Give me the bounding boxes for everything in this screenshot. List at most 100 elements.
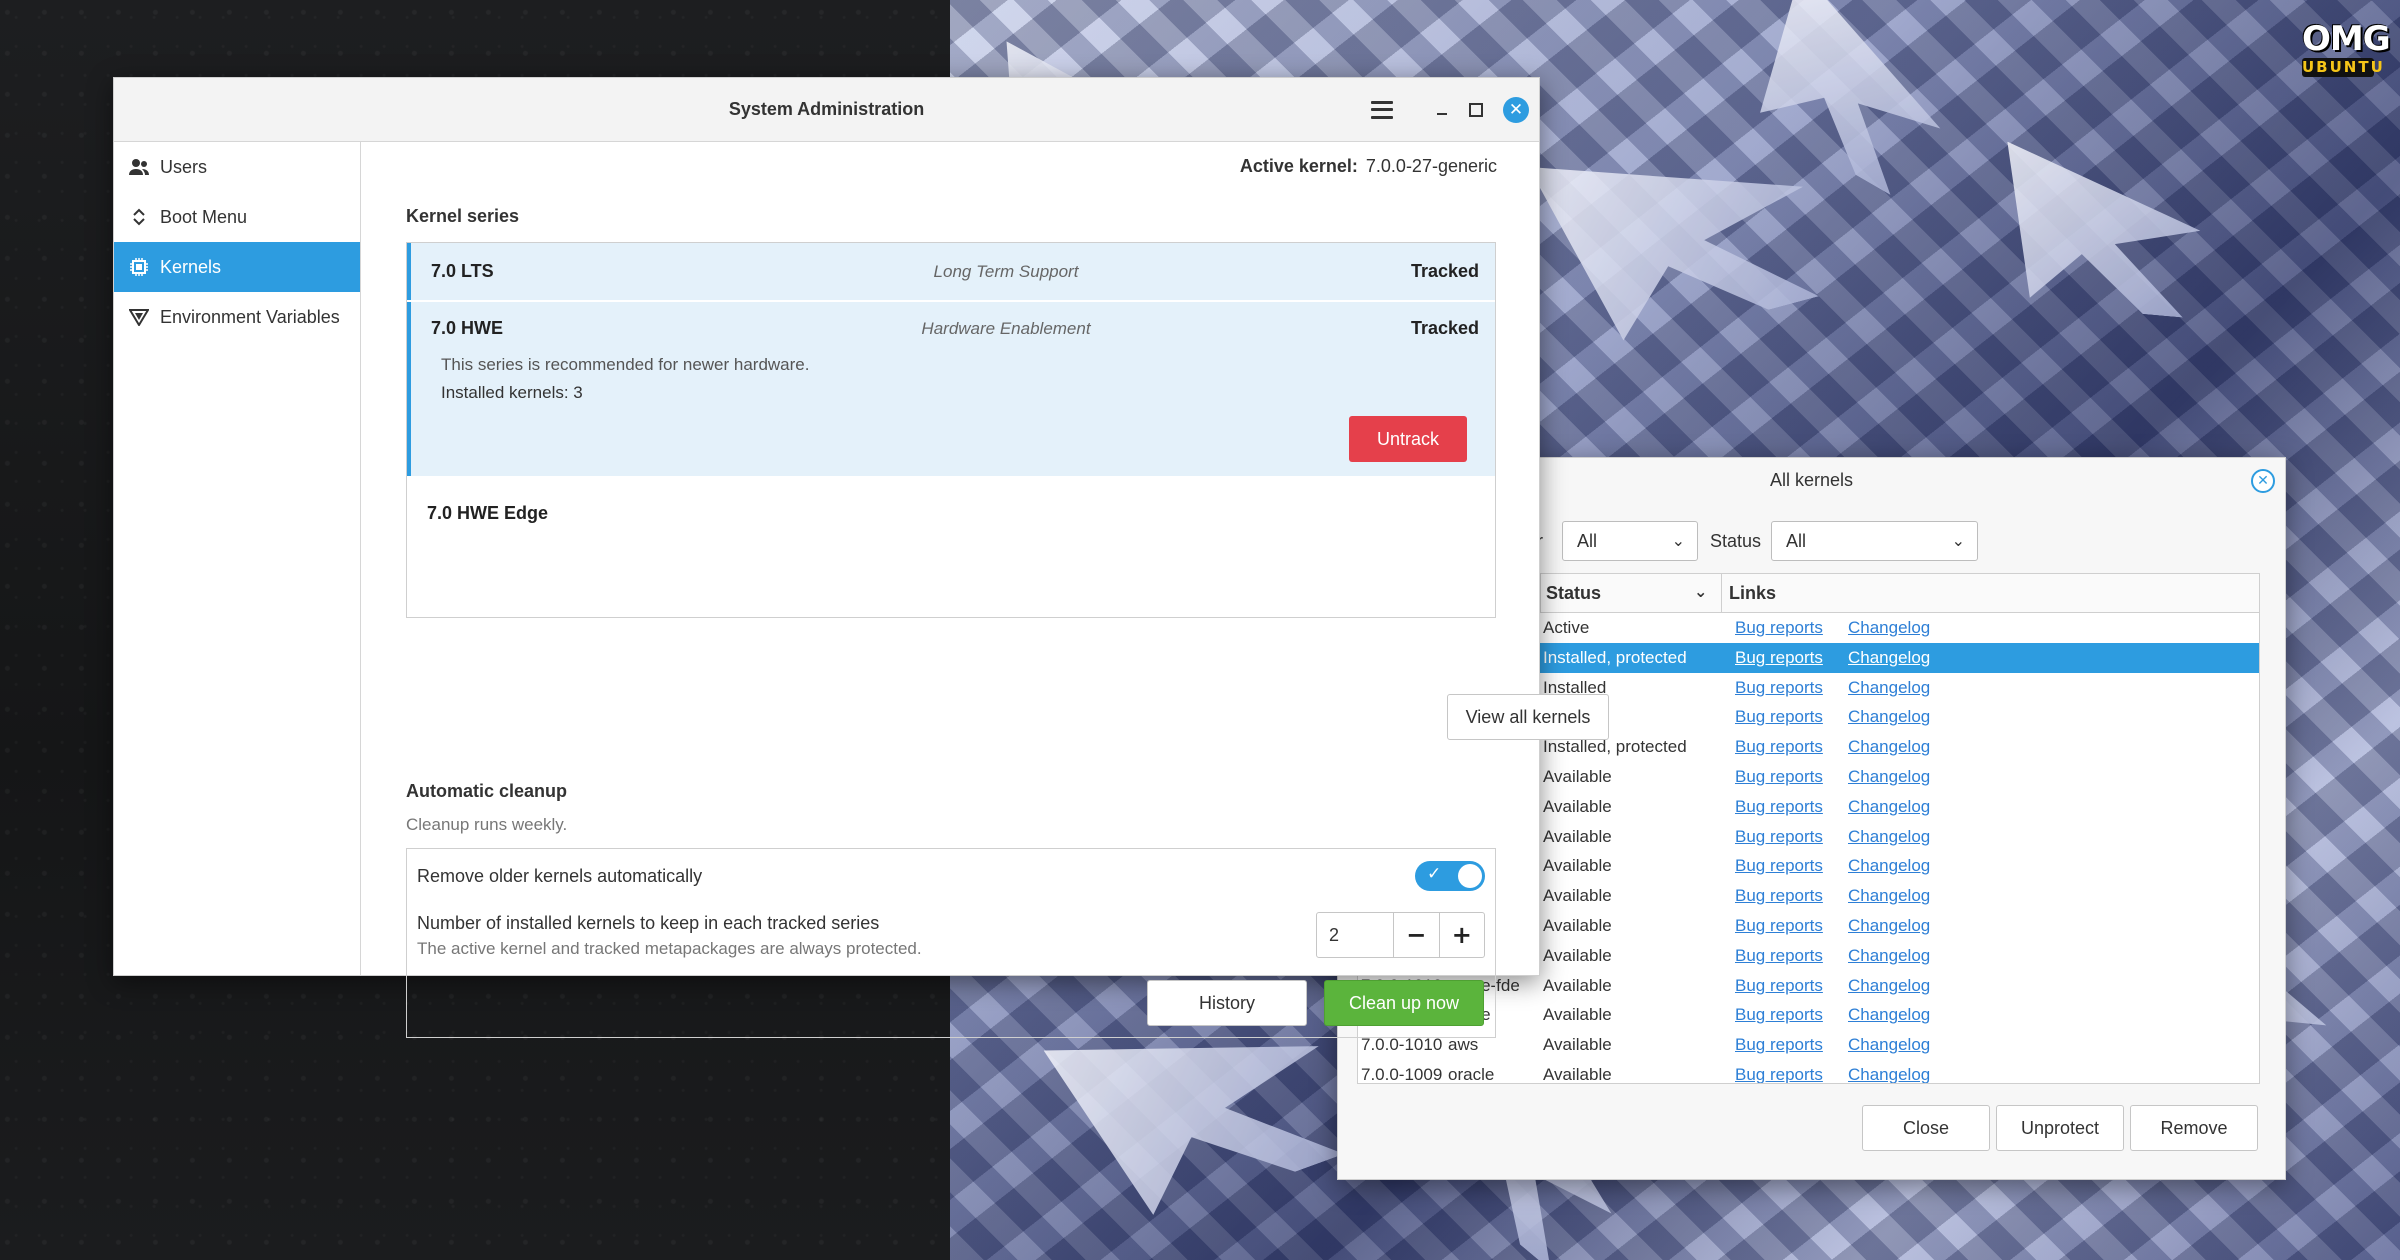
changelog-link[interactable]: Changelog xyxy=(1848,767,1930,787)
remove-button[interactable]: Remove xyxy=(2130,1105,2258,1151)
bug-reports-link[interactable]: Bug reports xyxy=(1735,797,1823,817)
sidebar-item-users[interactable]: Users xyxy=(114,142,360,192)
active-kernel-value: 7.0.0-27-generic xyxy=(1365,156,1497,176)
sort-chevron-icon[interactable]: ⌄ xyxy=(1694,582,1707,602)
series-state: Tracked xyxy=(1410,261,1479,281)
increment-icon[interactable]: + xyxy=(1438,913,1485,957)
series-description: Long Term Support xyxy=(933,262,1079,281)
changelog-link[interactable]: Changelog xyxy=(1848,678,1930,698)
flavour-filter-select[interactable]: All ⌄ xyxy=(1562,521,1698,561)
kernel-status-cell: Available xyxy=(1543,856,1612,876)
kernel-status-cell: Active xyxy=(1543,618,1590,637)
kernel-status-cell: Available xyxy=(1543,1005,1612,1025)
bug-reports-link[interactable]: Bug reports xyxy=(1735,1035,1823,1055)
series-state: Tracked xyxy=(1410,318,1479,338)
sidebar-item-kernels[interactable]: Kernels xyxy=(114,242,360,292)
keep-count-value[interactable]: 2 xyxy=(1317,913,1394,957)
bug-reports-link[interactable]: Bug reports xyxy=(1735,916,1823,936)
bug-reports-link[interactable]: Bug reports xyxy=(1735,648,1823,668)
dialog-close-icon[interactable]: ✕ xyxy=(2251,469,2275,493)
bug-reports-link[interactable]: Bug reports xyxy=(1735,678,1823,698)
kernel-version-cell: 7.0.0-1010 xyxy=(1361,1035,1443,1055)
omg-ubuntu-logo: OMG UBUNTU xyxy=(2302,19,2391,94)
history-button[interactable]: History xyxy=(1147,980,1307,1026)
minimize-icon[interactable] xyxy=(1435,103,1449,117)
keep-count-stepper[interactable]: 2 − + xyxy=(1316,912,1485,958)
bug-reports-link[interactable]: Bug reports xyxy=(1735,1065,1823,1083)
cleanup-subtitle: Cleanup runs weekly. xyxy=(406,815,568,834)
series-row-lts[interactable]: 7.0 LTS Long Term Support Tracked xyxy=(407,243,1495,300)
series-name: 7.0 HWE xyxy=(431,318,504,338)
chevron-down-icon: ⌄ xyxy=(1951,531,1965,550)
changelog-link[interactable]: Changelog xyxy=(1848,707,1930,727)
users-icon xyxy=(128,156,150,178)
sidebar-item-label: Users xyxy=(160,156,208,177)
toggle-knob xyxy=(1458,864,1482,888)
bug-reports-link[interactable]: Bug reports xyxy=(1735,618,1823,638)
changelog-link[interactable]: Changelog xyxy=(1848,856,1930,876)
changelog-link[interactable]: Changelog xyxy=(1848,648,1930,668)
series-row-hwe[interactable]: 7.0 HWE Hardware Enablement Tracked This… xyxy=(407,302,1495,476)
status-filter-select[interactable]: All ⌄ xyxy=(1771,521,1978,561)
kernel-status-cell: Available xyxy=(1543,945,1612,965)
keep-count-label: Number of installed kernels to keep in e… xyxy=(417,913,880,933)
sidebar-item-environment-variables[interactable]: Environment Variables xyxy=(114,292,360,342)
active-kernel-label: Active kernel: xyxy=(1239,156,1358,176)
clean-up-now-button[interactable]: Clean up now xyxy=(1324,980,1484,1026)
sidebar-item-boot-menu[interactable]: Boot Menu xyxy=(114,192,360,242)
bug-reports-link[interactable]: Bug reports xyxy=(1735,737,1823,757)
bug-reports-link[interactable]: Bug reports xyxy=(1735,976,1823,996)
kernel-flavour-cell: oracle xyxy=(1448,1064,1495,1084)
wallpaper-arrow xyxy=(1993,142,2206,319)
logo-line2: UBUNTU xyxy=(2302,58,2385,77)
active-kernel-info: Active kernel: 7.0.0-27-generic xyxy=(1240,156,1497,177)
chevron-down-icon: ⌄ xyxy=(1671,531,1685,550)
keep-count-hint: The active kernel and tracked metapackag… xyxy=(417,939,922,958)
changelog-link[interactable]: Changelog xyxy=(1848,797,1930,817)
dialog-title: All kernels xyxy=(1769,470,1854,490)
changelog-link[interactable]: Changelog xyxy=(1848,827,1930,847)
unprotect-button[interactable]: Unprotect xyxy=(1996,1105,2124,1151)
auto-remove-label: Remove older kernels automatically xyxy=(417,866,703,886)
window-titlebar: System Administration ✕ xyxy=(114,78,1539,142)
bug-reports-link[interactable]: Bug reports xyxy=(1735,856,1823,876)
kernel-status-cell: Installed, protected xyxy=(1543,737,1687,757)
view-all-kernels-button[interactable]: View all kernels xyxy=(1447,694,1609,740)
changelog-link[interactable]: Changelog xyxy=(1848,946,1930,966)
table-row[interactable]: 7.0.0-1009 oracle Available Bug reports Chan… xyxy=(1358,1060,2259,1084)
changelog-link[interactable]: Changelog xyxy=(1848,1065,1930,1083)
changelog-link[interactable]: Changelog xyxy=(1848,737,1930,757)
changelog-link[interactable]: Changelog xyxy=(1848,976,1930,996)
changelog-link[interactable]: Changelog xyxy=(1848,618,1930,638)
decrement-icon[interactable]: − xyxy=(1394,913,1439,957)
boot-menu-icon xyxy=(128,206,150,228)
auto-remove-toggle[interactable]: ✓ xyxy=(1415,861,1485,891)
series-name: 7.0 LTS xyxy=(431,261,494,281)
close-icon[interactable]: ✕ xyxy=(1503,96,1529,123)
column-header-links[interactable]: Links xyxy=(1729,583,1776,604)
bug-reports-link[interactable]: Bug reports xyxy=(1735,767,1823,787)
close-button[interactable]: Close xyxy=(1862,1105,1990,1151)
bug-reports-link[interactable]: Bug reports xyxy=(1735,946,1823,966)
series-row-hwe-edge[interactable]: 7.0 HWE Edge xyxy=(427,503,548,524)
series-info: This series is recommended for newer har… xyxy=(441,355,810,374)
wallpaper-arrow xyxy=(1529,100,1832,360)
kernel-status-cell: Available xyxy=(1543,975,1612,995)
changelog-link[interactable]: Changelog xyxy=(1848,886,1930,906)
bug-reports-link[interactable]: Bug reports xyxy=(1735,886,1823,906)
changelog-link[interactable]: Changelog xyxy=(1848,916,1930,936)
bug-reports-link[interactable]: Bug reports xyxy=(1735,827,1823,847)
kernel-status-cell: Available xyxy=(1543,1035,1612,1055)
column-separator xyxy=(1540,574,1541,612)
logo-line1: OMG xyxy=(2302,19,2391,59)
maximize-icon[interactable] xyxy=(1469,102,1483,117)
column-header-status[interactable]: Status xyxy=(1546,583,1601,604)
sidebar-item-label: Boot Menu xyxy=(160,206,248,227)
bug-reports-link[interactable]: Bug reports xyxy=(1735,1005,1823,1025)
changelog-link[interactable]: Changelog xyxy=(1848,1035,1930,1055)
hamburger-menu-icon[interactable] xyxy=(1371,100,1393,119)
kernel-status-cell: Available xyxy=(1543,1064,1612,1084)
bug-reports-link[interactable]: Bug reports xyxy=(1735,707,1823,727)
changelog-link[interactable]: Changelog xyxy=(1848,1005,1930,1025)
untrack-button[interactable]: Untrack xyxy=(1349,416,1467,462)
